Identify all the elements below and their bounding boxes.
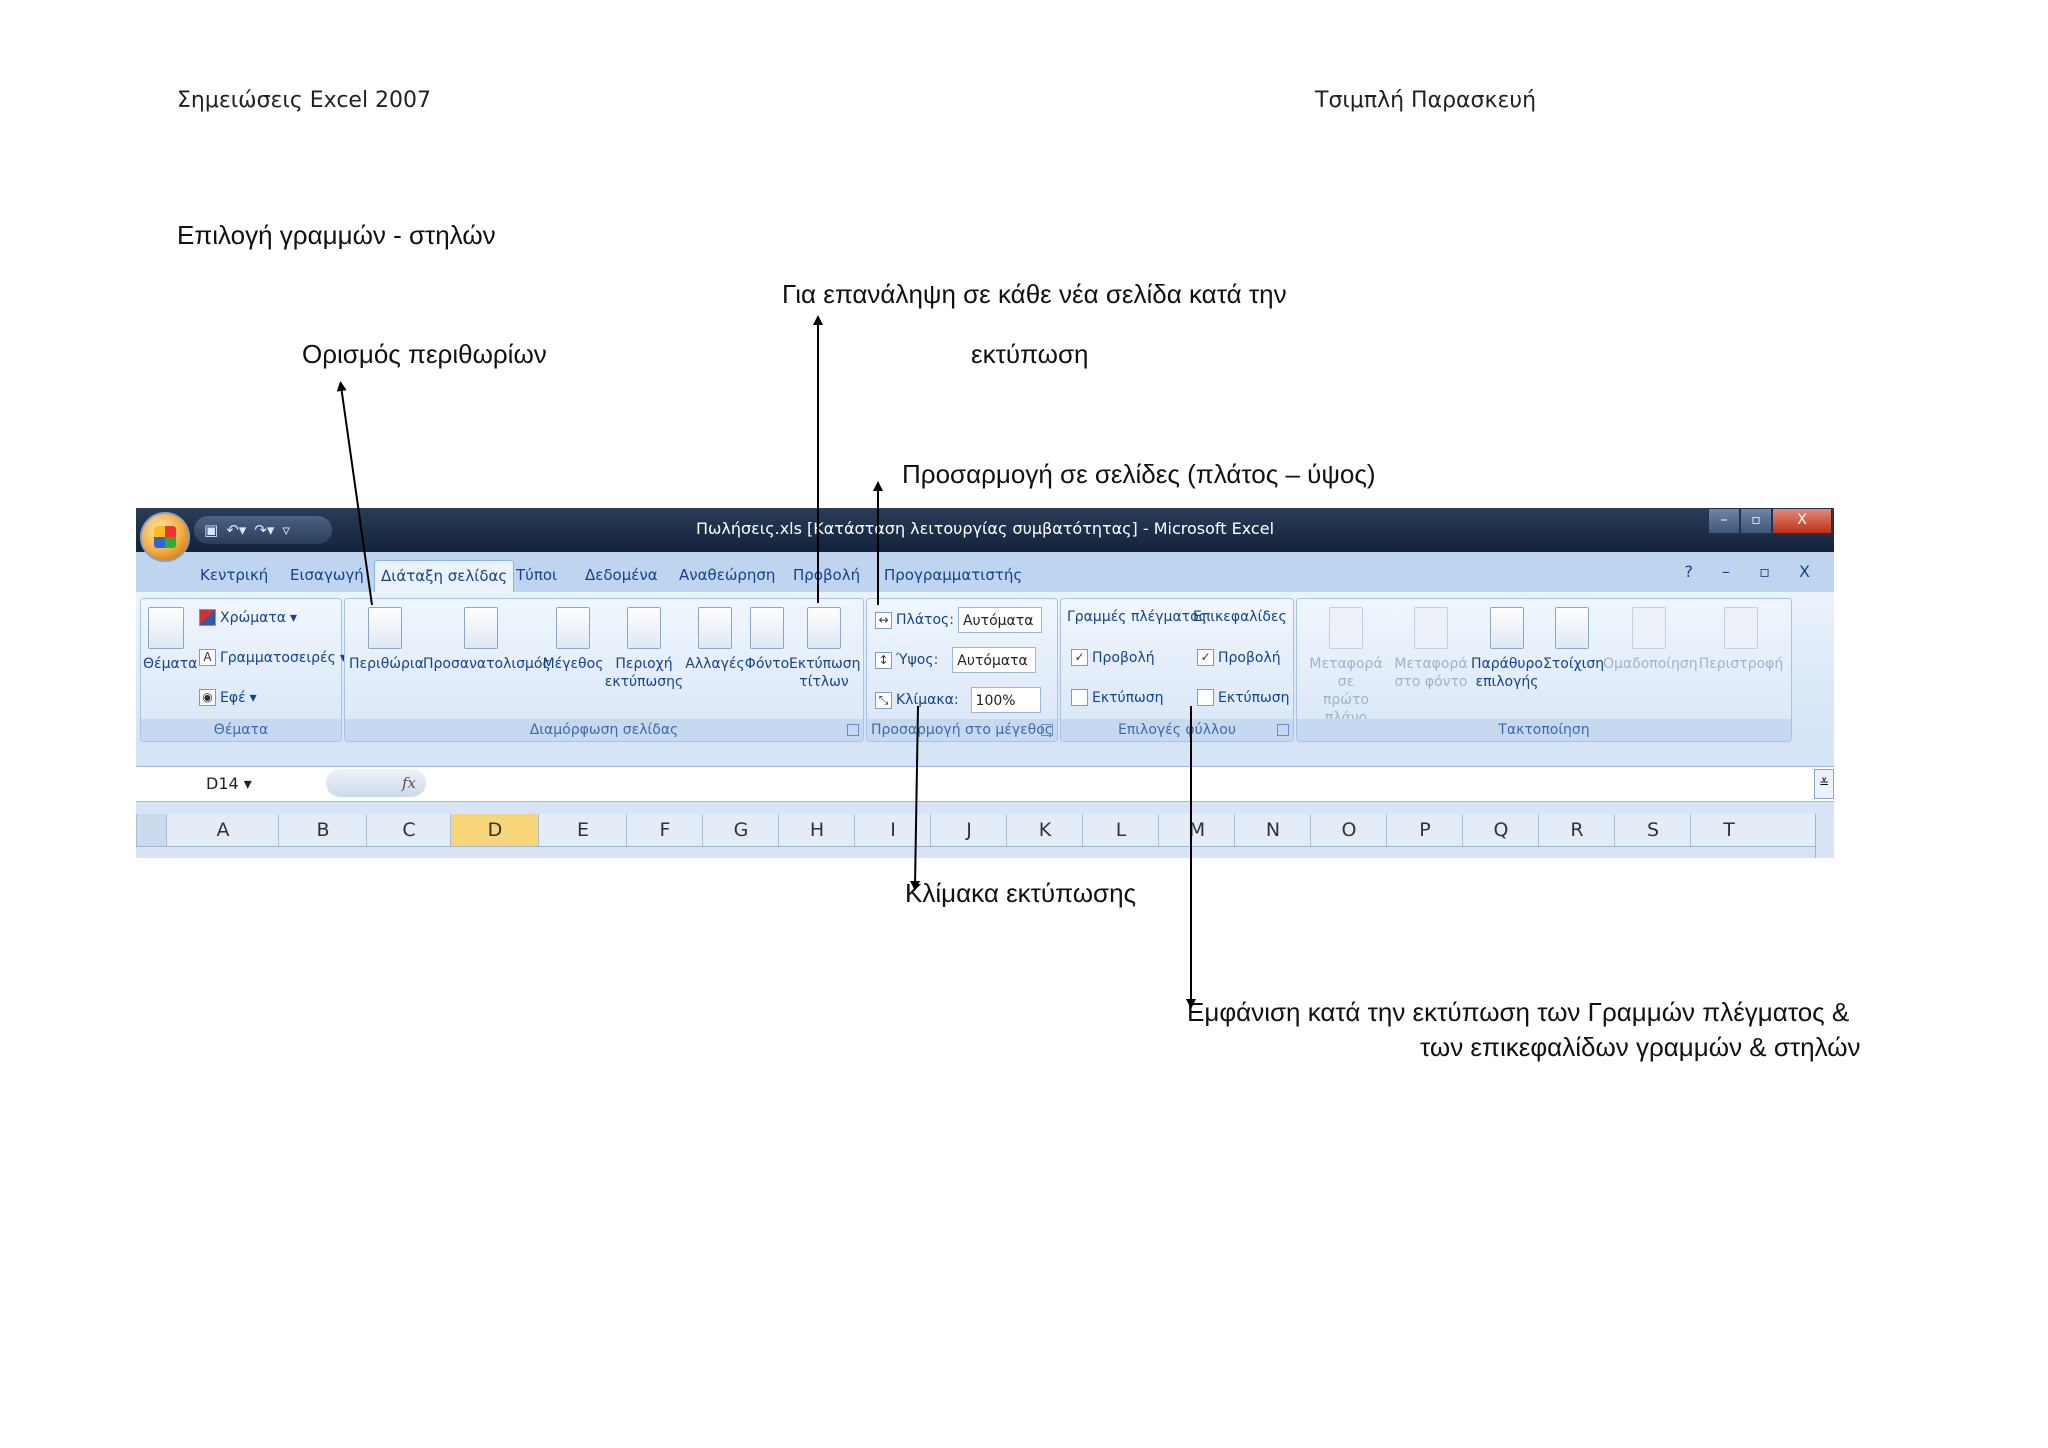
callout-arrows	[336, 315, 1196, 1009]
arrow-scale	[910, 705, 921, 891]
office-button[interactable]	[140, 512, 190, 562]
office-logo-icon	[154, 526, 176, 548]
arrow-margins	[336, 381, 373, 606]
